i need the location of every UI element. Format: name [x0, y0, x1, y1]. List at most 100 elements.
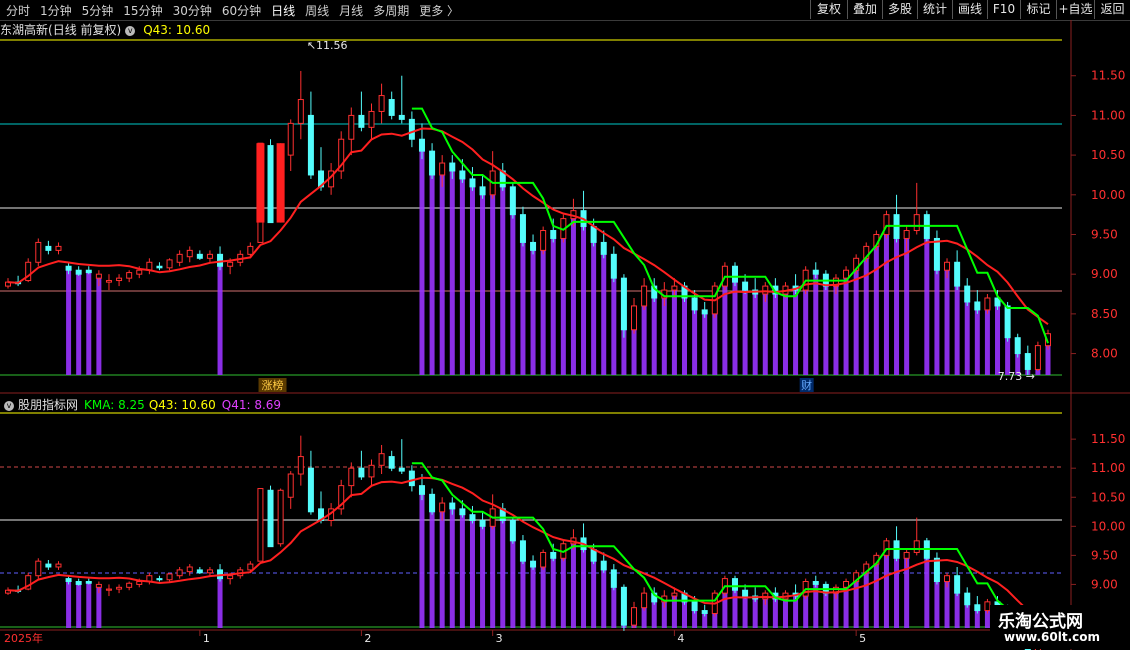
ytick-bottom-label-1: 11.00	[1091, 461, 1125, 475]
volume-bar-bottom-59	[601, 569, 607, 628]
candle-body-top-83	[843, 269, 850, 279]
watermark: 乐淘公式网 www.60lt.com	[990, 605, 1128, 649]
limit-up-bar-1	[276, 143, 285, 223]
volume-bar-top-93	[944, 270, 950, 375]
candle-body-top-39	[398, 114, 405, 120]
volume-bar-bottom-76	[772, 598, 778, 628]
candle-body-top-28	[287, 122, 294, 156]
candle-body-bottom-69	[701, 610, 708, 614]
candle-body-top-47	[479, 186, 486, 196]
volume-bar-bottom-85	[863, 572, 869, 628]
candle-body-top-37	[378, 95, 385, 112]
candle-body-bottom-7	[75, 581, 82, 585]
volume-bar-top-84	[853, 270, 859, 375]
volume-bar-bottom-47	[480, 526, 486, 628]
volume-bar-bottom-56	[570, 543, 576, 628]
volume-bar-bottom-51	[520, 561, 526, 628]
candle-body-top-89	[903, 230, 910, 239]
volume-bar-bottom-58	[591, 561, 597, 628]
ytick-bottom-label-0: 11.50	[1091, 432, 1125, 446]
x-month-label-0: 1	[203, 632, 210, 645]
volume-bar-top-95	[964, 301, 970, 375]
candle-body-top-58	[590, 226, 597, 243]
candle-body-top-19	[196, 253, 203, 259]
volume-bar-top-65	[661, 297, 667, 375]
volume-bar-top-103	[1045, 345, 1051, 375]
candle-body-top-102	[1034, 345, 1041, 370]
candle-body-top-6	[65, 265, 72, 271]
ytick-top-label-7: 8.00	[1091, 347, 1118, 361]
volume-bar-bottom-83	[843, 587, 849, 628]
candle-body-top-50	[509, 186, 516, 216]
volume-bar-top-87	[883, 234, 889, 375]
volume-bar-bottom-81	[823, 593, 829, 628]
candle-body-bottom-26	[267, 489, 274, 548]
candle-body-bottom-34	[348, 467, 355, 487]
kma-line-bottom	[411, 462, 1049, 636]
candle-body-bottom-95	[964, 592, 971, 606]
candle-body-top-41	[418, 138, 425, 152]
ytick-bottom-label-2: 10.50	[1091, 490, 1125, 504]
volume-bar-top-80	[813, 274, 819, 375]
volume-bar-top-41	[419, 151, 425, 375]
candle-body-top-72	[731, 265, 738, 283]
candle-body-top-24	[247, 245, 254, 255]
volume-bar-bottom-43	[439, 511, 445, 628]
candle-body-bottom-96	[974, 604, 981, 612]
volume-bar-top-58	[591, 242, 597, 375]
volume-bar-top-44	[449, 170, 455, 375]
candle-body-top-44	[449, 162, 456, 172]
volume-bar-top-81	[823, 286, 829, 375]
candle-body-top-45	[459, 170, 466, 180]
volume-bar-bottom-87	[883, 555, 889, 628]
candle-body-bottom-46	[469, 514, 476, 522]
candle-body-top-101	[1024, 353, 1031, 370]
candle-body-top-61	[620, 277, 627, 331]
ytick-bottom-label-4: 9.50	[1091, 548, 1118, 562]
watermark-line2: www.60lt.com	[1004, 630, 1101, 644]
candle-body-bottom-44	[449, 502, 456, 510]
candle-body-top-4	[45, 245, 52, 251]
candle-body-bottom-38	[388, 456, 395, 469]
ytick-top-label-5: 9.00	[1091, 267, 1118, 281]
volume-bar-top-53	[540, 250, 546, 375]
candle-body-top-60	[610, 253, 617, 279]
candle-body-top-54	[550, 230, 557, 239]
candle-body-bottom-72	[731, 578, 738, 591]
volume-bar-top-42	[429, 174, 435, 375]
candle-body-top-26	[267, 145, 274, 224]
x-month-label-4: 5	[859, 632, 866, 645]
volume-bar-bottom-41	[419, 494, 425, 628]
volume-bar-top-59	[601, 254, 607, 375]
candle-body-bottom-93	[944, 575, 951, 583]
volume-bar-top-54	[550, 238, 556, 375]
volume-bar-bottom-95	[964, 604, 970, 628]
volume-bar-top-71	[722, 286, 728, 375]
candle-body-top-38	[388, 99, 395, 116]
candle-body-top-63	[641, 285, 648, 307]
volume-bar-bottom-73	[742, 596, 748, 628]
tag-zhangbang: 涨榜	[262, 378, 284, 392]
volume-bar-top-47	[480, 194, 486, 375]
volume-bar-top-50	[510, 214, 516, 375]
candle-body-bottom-18	[186, 566, 193, 573]
volume-bar-top-55	[560, 238, 566, 375]
volume-bar-bottom-94	[954, 593, 960, 628]
volume-bar-bottom-45	[459, 514, 465, 628]
candle-body-top-22	[227, 261, 234, 267]
candle-body-bottom-42	[429, 493, 436, 513]
volume-bar-top-49	[500, 186, 506, 375]
x-month-label-3: 4	[677, 632, 684, 645]
high-label: ↖11.56	[307, 39, 348, 52]
volume-bar-top-66	[671, 290, 677, 375]
volume-bar-top-94	[954, 286, 960, 375]
volume-bar-top-57	[581, 226, 587, 375]
candle-body-bottom-47	[479, 520, 486, 527]
candle-body-top-42	[429, 150, 436, 176]
ytick-top-label-2: 10.50	[1091, 148, 1125, 162]
kline-chart[interactable]: 11.50 11.00 10.50 10.00 9.50 9.00 8.50 8.00 11.5…	[0, 0, 1130, 650]
limit-up-bar-0	[256, 143, 265, 223]
candle-body-top-66	[671, 285, 678, 291]
candle-body-top-87	[883, 214, 890, 235]
candle-body-bottom-60	[610, 569, 617, 588]
